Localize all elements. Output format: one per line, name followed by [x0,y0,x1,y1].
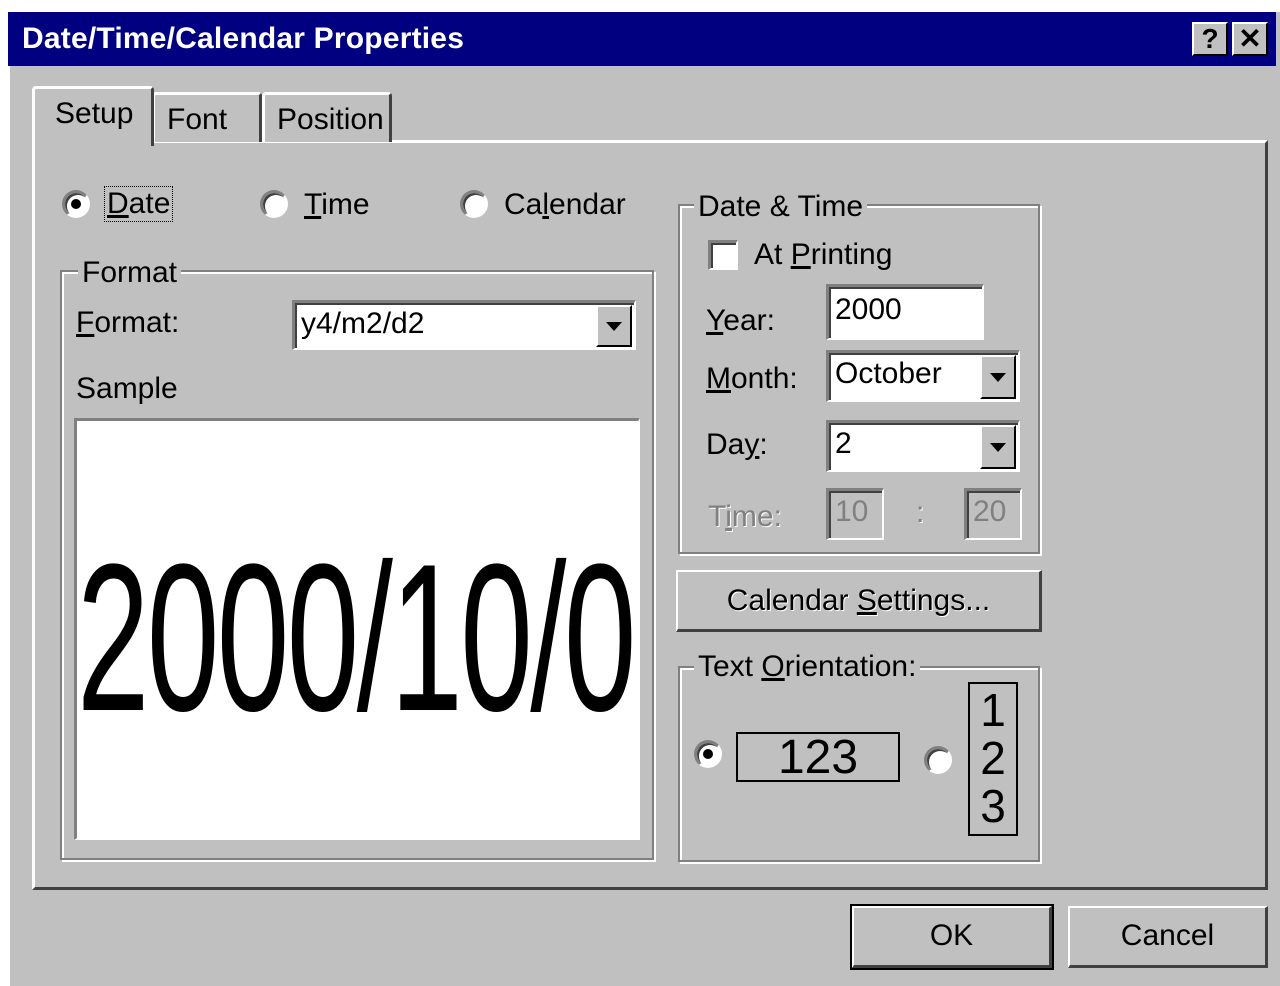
calendar-radio-label[interactable]: Calendar [504,188,626,222]
time-label: Time: [708,500,782,533]
vertical-sample-char: 2 [980,732,1006,784]
tab-position[interactable]: Position [262,92,392,142]
day-label: Day: [706,428,768,461]
chevron-down-icon [990,373,1006,382]
tab-font[interactable]: Font [152,92,262,142]
format-label: Format: [76,306,180,339]
horizontal-orientation-sample[interactable]: 123 [736,732,900,782]
horizontal-orientation-radio[interactable] [694,740,722,768]
calendar-radio[interactable] [460,190,488,218]
ok-button[interactable]: OK [850,904,1054,970]
sample-label: Sample [76,372,178,405]
window-title: Date/Time/Calendar Properties [22,22,465,55]
text-orientation-group-title: Text Orientation: [694,650,921,684]
close-icon: ✕ [1238,23,1262,54]
tab-setup[interactable]: Setup [32,86,154,146]
vertical-orientation-radio[interactable] [924,746,952,774]
vertical-sample-char: 3 [980,780,1006,832]
sample-preview: 2000/10/02 [74,418,640,840]
day-dropdown-value: 2 [835,427,852,460]
at-printing-label[interactable]: At Printing [754,238,892,272]
time-radio-label[interactable]: Time [304,188,370,222]
vertical-orientation-sample[interactable]: 1 2 3 [968,682,1018,836]
radio-selected-dot [703,749,713,759]
time-separator: : [916,496,925,529]
help-button[interactable]: ? [1192,22,1228,56]
time-hour-input[interactable]: 10 [826,488,884,540]
format-dropdown[interactable]: y4/m2/d2 [292,300,636,350]
month-dropdown-value: October [835,357,942,390]
calendar-settings-button[interactable]: Calendar Settings... [676,570,1042,632]
date-radio[interactable] [62,190,90,218]
tab-font-label: Font [167,103,228,136]
month-dropdown[interactable]: October [826,350,1020,402]
cancel-button[interactable]: Cancel [1068,906,1268,968]
month-dropdown-button[interactable] [980,355,1016,399]
year-label: Year: [706,304,775,337]
tab-setup-label: Setup [55,97,134,130]
time-radio[interactable] [260,190,288,218]
time-minute-input[interactable]: 20 [964,488,1022,540]
chevron-down-icon [606,322,622,331]
month-label: Month: [706,362,798,395]
tab-position-label: Position [277,103,384,136]
format-group-title: Format [78,256,182,290]
day-dropdown[interactable]: 2 [826,420,1020,472]
format-dropdown-button[interactable] [596,305,632,347]
date-radio-label[interactable]: Date [104,186,174,222]
day-dropdown-button[interactable] [980,425,1016,469]
close-button[interactable]: ✕ [1232,22,1268,56]
year-input[interactable]: 2000 [826,284,984,340]
help-icon: ? [1201,23,1219,54]
format-dropdown-value: y4/m2/d2 [301,307,425,340]
at-printing-checkbox[interactable] [708,240,738,270]
chevron-down-icon [990,443,1006,452]
sample-preview-text: 2000/10/02 [77,520,638,755]
vertical-sample-char: 1 [980,684,1006,736]
date-time-group-title: Date & Time [694,190,868,224]
radio-selected-dot [71,199,81,209]
title-bar: Date/Time/Calendar Properties ? ✕ [8,12,1276,66]
